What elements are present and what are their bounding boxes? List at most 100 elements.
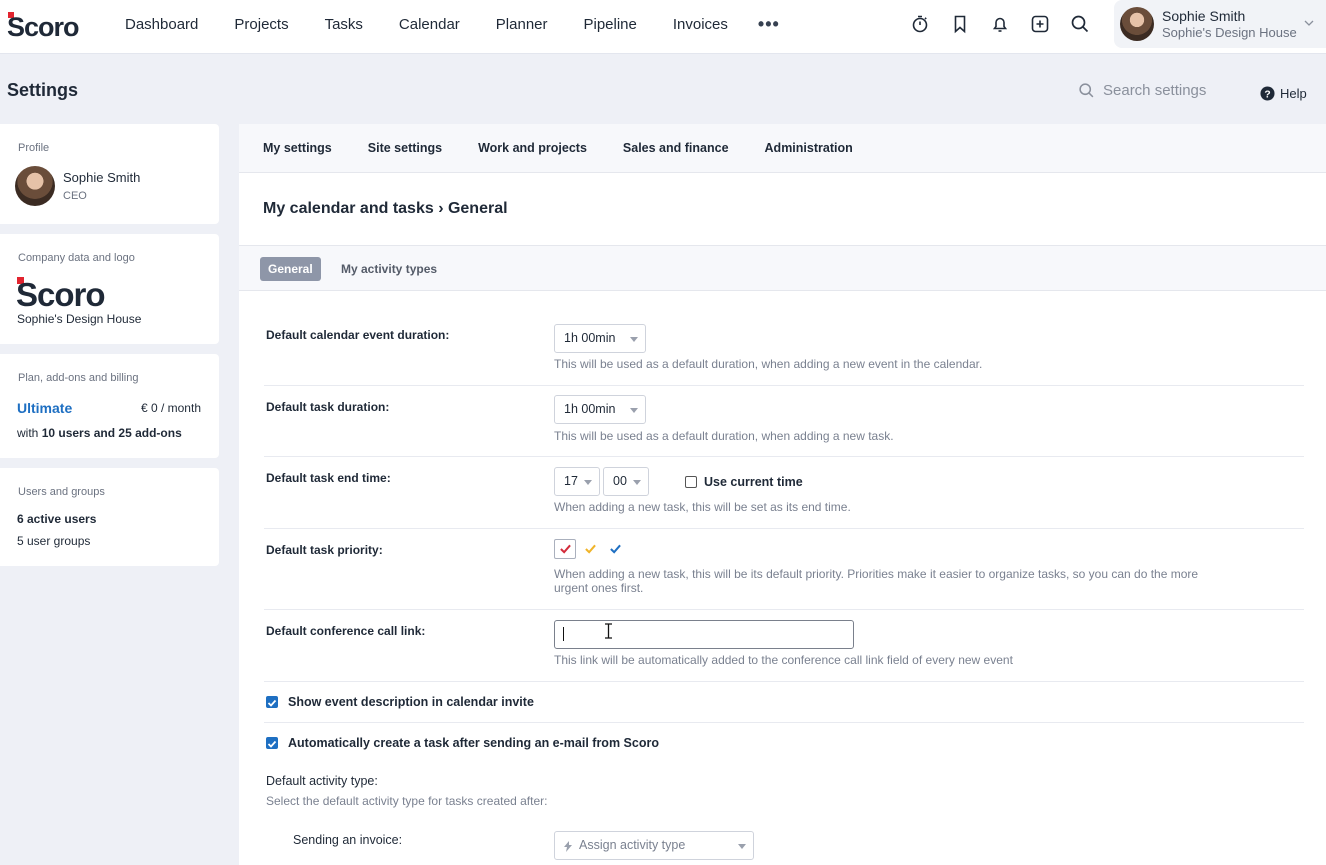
conference-link-label: Default conference call link: <box>266 624 426 638</box>
event-duration-label: Default calendar event duration: <box>266 328 450 342</box>
plan-card-label: Plan, add-ons and billing <box>18 372 139 384</box>
company-name: Sophie's Design House <box>17 312 142 326</box>
more-menu-icon[interactable]: ••• <box>746 14 792 35</box>
svg-text:Scoro: Scoro <box>7 12 79 39</box>
divider <box>264 528 1304 529</box>
user-groups: 5 user groups <box>17 534 91 548</box>
user-menu[interactable]: Sophie Smith Sophie's Design House <box>1114 0 1326 48</box>
check-icon <box>267 699 277 707</box>
activity-type-hint: Select the default activity type for tas… <box>266 794 548 808</box>
dropdown-caret-icon <box>630 408 638 413</box>
task-end-time-label: Default task end time: <box>266 471 391 485</box>
priority-high-option[interactable] <box>554 539 576 559</box>
users-card[interactable]: Users and groups 6 active users 5 user g… <box>0 468 219 566</box>
tab-sales-and-finance[interactable]: Sales and finance <box>605 141 747 155</box>
timer-icon[interactable] <box>900 8 940 40</box>
top-icons <box>900 8 1100 40</box>
end-hour-value: 17 <box>564 474 578 488</box>
dropdown-caret-icon <box>738 844 746 849</box>
active-users: 6 active users <box>17 512 97 526</box>
page-title: Settings <box>7 80 79 100</box>
end-hour-select[interactable]: 17 <box>554 467 600 496</box>
checkmark-blue-icon <box>609 544 621 554</box>
divider <box>264 456 1304 457</box>
task-priority-hint-line2: urgent ones first. <box>554 581 644 595</box>
profile-card-label: Profile <box>18 142 50 154</box>
plan-desc-prefix: with <box>17 426 42 440</box>
settings-search[interactable]: Search settings <box>1078 82 1206 99</box>
show-description-label[interactable]: Show event description in calendar invit… <box>288 695 534 709</box>
subtab-activity-types[interactable]: My activity types <box>341 257 437 281</box>
task-end-time-hint: When adding a new task, this will be set… <box>554 500 851 514</box>
nav-calendar[interactable]: Calendar <box>381 16 478 33</box>
profile-name: Sophie Smith <box>63 170 141 185</box>
search-icon[interactable] <box>1060 8 1100 40</box>
check-icon <box>267 740 277 748</box>
search-icon <box>1079 83 1094 98</box>
plan-name[interactable]: Ultimate <box>17 400 72 416</box>
add-icon[interactable] <box>1020 8 1060 40</box>
company-card-label: Company data and logo <box>18 252 135 264</box>
divider <box>264 722 1304 723</box>
conference-link-hint: This link will be automatically added to… <box>554 653 1013 667</box>
bolt-icon <box>564 841 572 852</box>
plan-desc-bold: 10 users and 25 add-ons <box>41 426 182 440</box>
checkmark-yellow-icon <box>584 544 596 554</box>
auto-task-label[interactable]: Automatically create a task after sendin… <box>288 736 659 750</box>
nav-invoices[interactable]: Invoices <box>655 16 746 33</box>
end-minute-value: 00 <box>613 474 627 488</box>
nav-planner[interactable]: Planner <box>478 16 566 33</box>
profile-card[interactable]: Profile Sophie Smith CEO <box>0 124 219 224</box>
tab-administration[interactable]: Administration <box>747 141 871 155</box>
auto-task-checkbox[interactable] <box>266 737 278 749</box>
task-priority-hint-line1: When adding a new task, this will be its… <box>554 567 1199 581</box>
profile-role: CEO <box>63 190 87 202</box>
conference-link-input[interactable] <box>554 620 854 649</box>
avatar <box>1120 7 1154 41</box>
search-input[interactable]: Search settings <box>1103 82 1206 99</box>
nav-tasks[interactable]: Tasks <box>307 16 381 33</box>
divider <box>264 385 1304 386</box>
help-button[interactable]: ? Help <box>1260 86 1307 101</box>
dropdown-caret-icon <box>633 480 641 485</box>
dropdown-caret-icon <box>630 337 638 342</box>
task-duration-hint: This will be used as a default duration,… <box>554 429 894 443</box>
main-nav: Dashboard Projects Tasks Calendar Planne… <box>107 0 792 48</box>
bell-icon[interactable] <box>980 8 1020 40</box>
scoro-logo[interactable]: Scoro <box>7 11 89 39</box>
activity-type-select[interactable]: Assign activity type <box>554 831 754 860</box>
end-minute-select[interactable]: 00 <box>603 467 649 496</box>
settings-panel: My settings Site settings Work and proje… <box>239 124 1326 865</box>
subtab-general[interactable]: General <box>260 257 321 281</box>
svg-text:?: ? <box>1264 89 1270 100</box>
priority-medium-option[interactable] <box>579 539 601 559</box>
sending-invoice-label: Sending an invoice: <box>293 833 403 847</box>
event-duration-value: 1h 00min <box>564 331 616 345</box>
show-description-checkbox[interactable] <box>266 696 278 708</box>
company-logo: Scoro <box>16 276 106 308</box>
plan-card[interactable]: Plan, add-ons and billing Ultimate € 0 /… <box>0 354 219 458</box>
chevron-down-icon <box>1304 20 1314 26</box>
divider <box>264 609 1304 610</box>
nav-dashboard[interactable]: Dashboard <box>107 16 216 33</box>
task-duration-value: 1h 00min <box>564 402 616 416</box>
use-current-time-checkbox[interactable] <box>685 476 697 488</box>
users-card-label: Users and groups <box>18 486 105 498</box>
activity-type-placeholder: Assign activity type <box>579 838 686 852</box>
tab-site-settings[interactable]: Site settings <box>350 141 460 155</box>
plan-description: with 10 users and 25 add-ons <box>17 426 182 440</box>
bookmark-icon[interactable] <box>940 8 980 40</box>
tab-my-settings[interactable]: My settings <box>245 141 350 155</box>
plan-price: € 0 / month <box>140 401 201 415</box>
event-duration-select[interactable]: 1h 00min <box>554 324 646 353</box>
divider <box>264 681 1304 682</box>
nav-projects[interactable]: Projects <box>216 16 306 33</box>
subtabs: General My activity types <box>239 245 1326 291</box>
company-card[interactable]: Company data and logo Scoro Sophie's Des… <box>0 234 219 344</box>
event-duration-hint: This will be used as a default duration,… <box>554 357 983 371</box>
use-current-time-label[interactable]: Use current time <box>704 475 803 489</box>
nav-pipeline[interactable]: Pipeline <box>566 16 655 33</box>
task-duration-select[interactable]: 1h 00min <box>554 395 646 424</box>
tab-work-and-projects[interactable]: Work and projects <box>460 141 605 155</box>
priority-low-option[interactable] <box>604 539 626 559</box>
